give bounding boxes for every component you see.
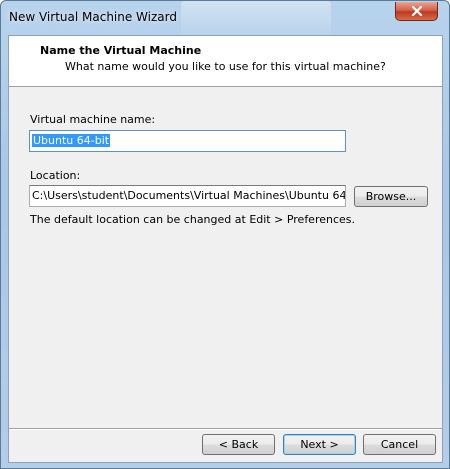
vm-name-label: Virtual machine name: [30, 113, 156, 126]
close-icon [411, 6, 423, 16]
location-value: C:\Users\student\Documents\Virtual Machi… [32, 189, 346, 202]
wizard-header: Name the Virtual Machine What name would… [9, 36, 442, 87]
wizard-window: New Virtual Machine Wizard Name the Virt… [0, 0, 450, 469]
footer-divider [9, 428, 442, 430]
background-window-ghost [181, 1, 331, 35]
window-title: New Virtual Machine Wizard [9, 10, 177, 24]
cancel-button[interactable]: Cancel [363, 434, 436, 455]
vm-name-value: Ubuntu 64-bit [32, 134, 111, 147]
page-subtitle: What name would you like to use for this… [65, 60, 386, 73]
vm-name-input[interactable]: Ubuntu 64-bit [29, 130, 346, 152]
location-input[interactable]: C:\Users\student\Documents\Virtual Machi… [29, 185, 346, 207]
location-label: Location: [30, 169, 81, 182]
back-button[interactable]: < Back [202, 434, 275, 455]
next-button[interactable]: Next > [283, 434, 356, 455]
title-bar[interactable]: New Virtual Machine Wizard [1, 1, 449, 35]
wizard-client-area: Name the Virtual Machine What name would… [8, 35, 443, 463]
close-button[interactable] [395, 2, 438, 21]
location-hint: The default location can be changed at E… [30, 213, 356, 226]
page-title: Name the Virtual Machine [40, 44, 202, 57]
browse-button[interactable]: Browse... [354, 186, 428, 207]
